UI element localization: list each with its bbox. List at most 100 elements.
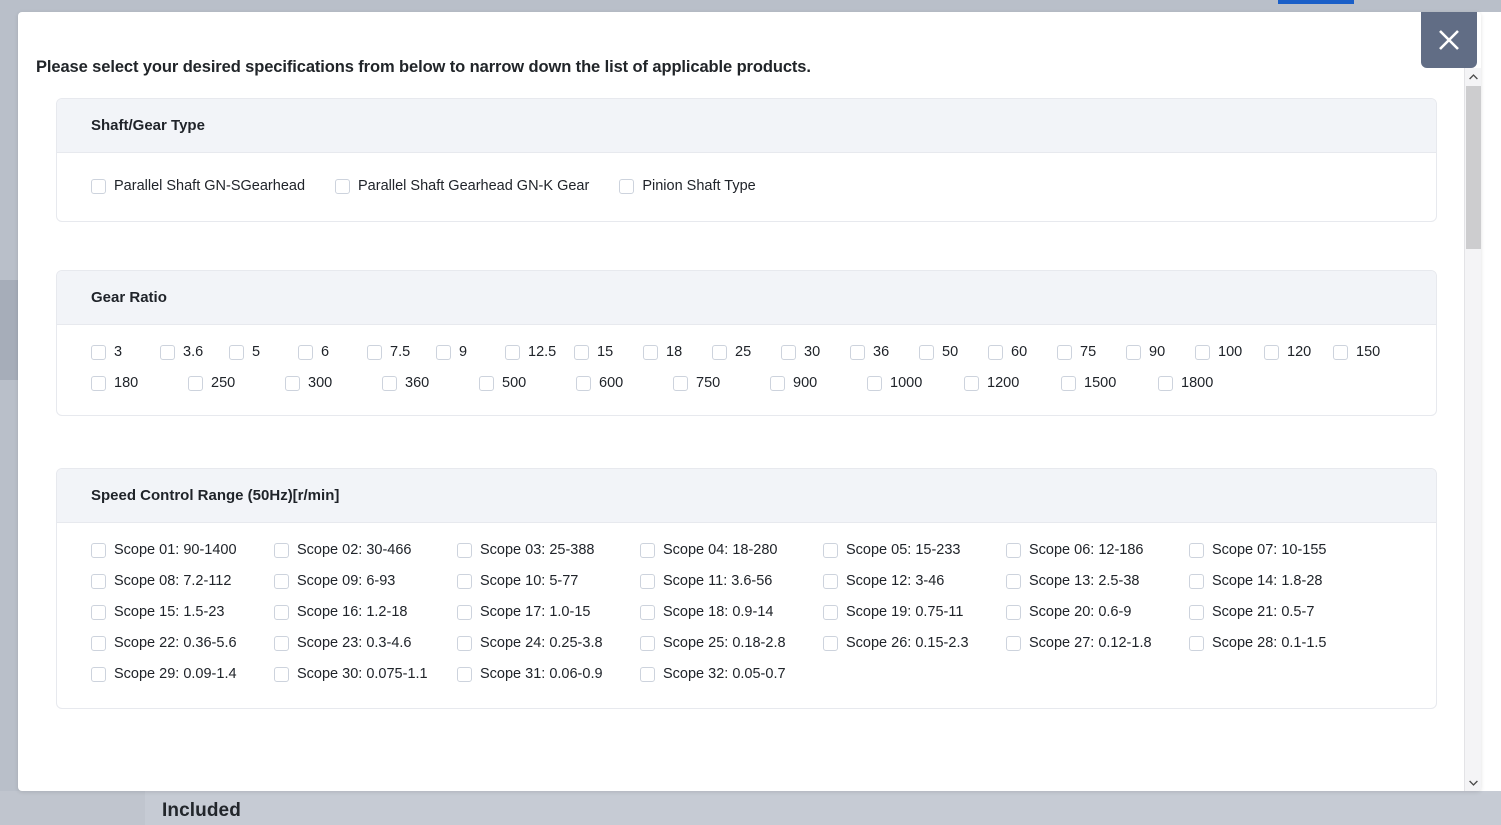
checkbox-icon[interactable] [274, 636, 289, 651]
checkbox-option-scope-14-1-8-28[interactable]: Scope 14: 1.8-28 [1189, 566, 1372, 597]
checkbox-option-100[interactable]: 100 [1195, 337, 1264, 368]
checkbox-icon[interactable] [1264, 345, 1279, 360]
scroll-up-arrow-icon[interactable] [1465, 68, 1481, 85]
checkbox-icon[interactable] [576, 376, 591, 391]
checkbox-icon[interactable] [274, 605, 289, 620]
checkbox-icon[interactable] [91, 376, 106, 391]
checkbox-option-9[interactable]: 9 [436, 337, 505, 368]
checkbox-option-300[interactable]: 300 [285, 368, 361, 399]
checkbox-option-1800[interactable]: 1800 [1158, 368, 1234, 399]
checkbox-icon[interactable] [574, 345, 589, 360]
checkbox-icon[interactable] [229, 345, 244, 360]
checkbox-option-1200[interactable]: 1200 [964, 368, 1040, 399]
checkbox-option-scope-26-0-15-2-3[interactable]: Scope 26: 0.15-2.3 [823, 628, 1006, 659]
checkbox-icon[interactable] [457, 605, 472, 620]
checkbox-option-150[interactable]: 150 [1333, 337, 1402, 368]
checkbox-icon[interactable] [1189, 636, 1204, 651]
checkbox-icon[interactable] [1189, 605, 1204, 620]
checkbox-option-scope-08-7-2-112[interactable]: Scope 08: 7.2-112 [91, 566, 274, 597]
checkbox-option-scope-03-25-388[interactable]: Scope 03: 25-388 [457, 535, 640, 566]
checkbox-icon[interactable] [823, 636, 838, 651]
checkbox-option-parallel-shaft-gn-k[interactable]: Parallel Shaft Gearhead GN-K Gear [335, 171, 589, 201]
checkbox-icon[interactable] [188, 376, 203, 391]
checkbox-option-scope-22-0-36-5-6[interactable]: Scope 22: 0.36-5.6 [91, 628, 274, 659]
checkbox-option-15[interactable]: 15 [574, 337, 643, 368]
checkbox-icon[interactable] [91, 636, 106, 651]
checkbox-icon[interactable] [274, 667, 289, 682]
checkbox-option-7-5[interactable]: 7.5 [367, 337, 436, 368]
checkbox-option-250[interactable]: 250 [188, 368, 264, 399]
checkbox-icon[interactable] [640, 543, 655, 558]
checkbox-option-scope-29-0-09-1-4[interactable]: Scope 29: 0.09-1.4 [91, 659, 274, 690]
checkbox-icon[interactable] [457, 574, 472, 589]
checkbox-option-scope-20-0-6-9[interactable]: Scope 20: 0.6-9 [1006, 597, 1189, 628]
checkbox-option-scope-13-2-5-38[interactable]: Scope 13: 2.5-38 [1006, 566, 1189, 597]
checkbox-icon[interactable] [367, 345, 382, 360]
checkbox-option-scope-11-3-6-56[interactable]: Scope 11: 3.6-56 [640, 566, 823, 597]
checkbox-option-3[interactable]: 3 [91, 337, 160, 368]
checkbox-icon[interactable] [1006, 636, 1021, 651]
checkbox-option-900[interactable]: 900 [770, 368, 846, 399]
checkbox-option-3-6[interactable]: 3.6 [160, 337, 229, 368]
checkbox-icon[interactable] [160, 345, 175, 360]
checkbox-icon[interactable] [274, 574, 289, 589]
checkbox-option-50[interactable]: 50 [919, 337, 988, 368]
checkbox-option-1500[interactable]: 1500 [1061, 368, 1137, 399]
checkbox-icon[interactable] [1189, 574, 1204, 589]
checkbox-icon[interactable] [1158, 376, 1173, 391]
checkbox-icon[interactable] [643, 345, 658, 360]
checkbox-icon[interactable] [91, 574, 106, 589]
checkbox-option-5[interactable]: 5 [229, 337, 298, 368]
checkbox-option-scope-32-0-05-0-7[interactable]: Scope 32: 0.05-0.7 [640, 659, 823, 690]
checkbox-option-180[interactable]: 180 [91, 368, 167, 399]
checkbox-option-90[interactable]: 90 [1126, 337, 1195, 368]
checkbox-option-scope-28-0-1-1-5[interactable]: Scope 28: 0.1-1.5 [1189, 628, 1372, 659]
checkbox-icon[interactable] [285, 376, 300, 391]
checkbox-option-scope-04-18-280[interactable]: Scope 04: 18-280 [640, 535, 823, 566]
checkbox-icon[interactable] [823, 574, 838, 589]
checkbox-option-750[interactable]: 750 [673, 368, 749, 399]
checkbox-icon[interactable] [964, 376, 979, 391]
checkbox-option-600[interactable]: 600 [576, 368, 652, 399]
checkbox-option-scope-30-0-075-1-1[interactable]: Scope 30: 0.075-1.1 [274, 659, 457, 690]
checkbox-option-scope-01-90-1400[interactable]: Scope 01: 90-1400 [91, 535, 274, 566]
checkbox-option-36[interactable]: 36 [850, 337, 919, 368]
checkbox-option-18[interactable]: 18 [643, 337, 712, 368]
checkbox-option-scope-23-0-3-4-6[interactable]: Scope 23: 0.3-4.6 [274, 628, 457, 659]
checkbox-icon[interactable] [1061, 376, 1076, 391]
checkbox-icon[interactable] [1195, 345, 1210, 360]
checkbox-option-scope-10-5-77[interactable]: Scope 10: 5-77 [457, 566, 640, 597]
checkbox-icon[interactable] [640, 636, 655, 651]
checkbox-option-scope-19-0-75-11[interactable]: Scope 19: 0.75-11 [823, 597, 1006, 628]
checkbox-icon[interactable] [1006, 574, 1021, 589]
checkbox-option-120[interactable]: 120 [1264, 337, 1333, 368]
checkbox-icon[interactable] [382, 376, 397, 391]
checkbox-icon[interactable] [1126, 345, 1141, 360]
checkbox-option-parallel-shaft-gn-s[interactable]: Parallel Shaft GN-SGearhead [91, 171, 305, 201]
checkbox-icon[interactable] [1057, 345, 1072, 360]
checkbox-icon[interactable] [91, 605, 106, 620]
checkbox-option-scope-21-0-5-7[interactable]: Scope 21: 0.5-7 [1189, 597, 1372, 628]
checkbox-option-scope-17-1-0-15[interactable]: Scope 17: 1.0-15 [457, 597, 640, 628]
checkbox-icon[interactable] [479, 376, 494, 391]
checkbox-option-12-5[interactable]: 12.5 [505, 337, 574, 368]
checkbox-option-pinion-shaft-type[interactable]: Pinion Shaft Type [619, 171, 756, 201]
checkbox-icon[interactable] [1006, 605, 1021, 620]
checkbox-option-scope-31-0-06-0-9[interactable]: Scope 31: 0.06-0.9 [457, 659, 640, 690]
checkbox-option-scope-02-30-466[interactable]: Scope 02: 30-466 [274, 535, 457, 566]
modal-scrollbar[interactable] [1464, 68, 1481, 791]
checkbox-option-scope-27-0-12-1-8[interactable]: Scope 27: 0.12-1.8 [1006, 628, 1189, 659]
checkbox-option-25[interactable]: 25 [712, 337, 781, 368]
modal-close-button[interactable] [1421, 12, 1477, 68]
checkbox-option-scope-24-0-25-3-8[interactable]: Scope 24: 0.25-3.8 [457, 628, 640, 659]
checkbox-icon[interactable] [274, 543, 289, 558]
checkbox-icon[interactable] [91, 345, 106, 360]
checkbox-icon[interactable] [712, 345, 727, 360]
checkbox-icon[interactable] [673, 376, 688, 391]
checkbox-option-500[interactable]: 500 [479, 368, 555, 399]
checkbox-icon[interactable] [867, 376, 882, 391]
checkbox-icon[interactable] [1006, 543, 1021, 558]
checkbox-icon[interactable] [91, 667, 106, 682]
checkbox-icon[interactable] [781, 345, 796, 360]
checkbox-icon[interactable] [919, 345, 934, 360]
